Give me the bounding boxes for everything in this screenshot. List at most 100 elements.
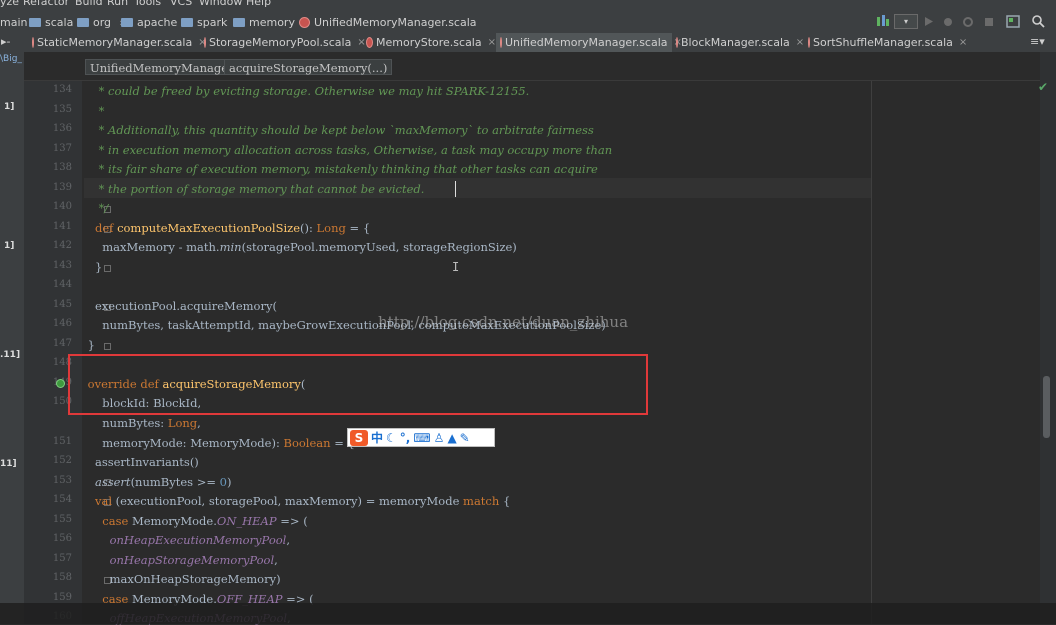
line-number: 157 [52,553,72,564]
menu-run[interactable]: Run [107,0,128,8]
line-number: 138 [52,162,72,173]
text-caret [455,181,456,197]
code-line: onHeapExecutionMemoryPool, [109,533,290,547]
run-icon[interactable] [923,14,935,29]
breadcrumb-class[interactable]: UnifiedMemoryManager [85,59,239,75]
code-line: * [84,104,105,118]
line-number: 140 [52,201,72,212]
project-tree-label[interactable]: .11] [0,350,20,360]
tab-label: MemoryStore.scala [375,36,482,49]
menu-bar: yze Refactor Build Run Tools VCS Window … [0,0,1056,10]
run-config-dropdown[interactable]: ▾ [894,14,918,29]
code-line: } [84,338,95,352]
project-tree-label[interactable]: 1] [4,102,14,112]
line-number: 135 [52,104,72,115]
line-number: 141 [52,221,72,232]
menu-analyze[interactable]: yze [0,0,19,8]
project-tree-label[interactable]: \Big_ [0,54,22,64]
tab-storage-memory-pool[interactable]: StorageMemoryPool.scala × [200,33,366,52]
tab-memory-store[interactable]: MemoryStore.scala × [362,33,496,52]
debug-icon[interactable] [942,14,954,29]
code-editor[interactable]: * could be freed by evicting storage. Ot… [84,81,1040,625]
breadcrumb-memory[interactable]: memory› [233,15,307,29]
code-line: assert(numBytes >= 0) [94,475,232,489]
breadcrumb-apache[interactable]: apache› [121,15,190,29]
code-line: * its fair share of execution memory, mi… [84,162,598,176]
editor-tabs: ▸- StaticMemoryManager.scala × StorageMem… [0,33,1056,53]
close-icon[interactable]: × [488,37,496,48]
tab-static-memory-manager[interactable]: StaticMemoryManager.scala × [28,33,207,52]
code-line: executionPool.acquireMemory( [84,299,277,313]
tab-unified-memory-manager[interactable]: UnifiedMemoryManager.scala× [496,33,682,52]
vertical-scrollbar[interactable] [1040,52,1056,624]
tab-label: UnifiedMemoryManager.scala [505,36,668,49]
scala-file-icon [500,37,502,48]
keyboard-icon[interactable]: ⌨ [413,431,430,445]
user-icon[interactable]: ♙ [434,431,445,445]
folder-icon [77,17,89,27]
project-panel-edge: \Big_ 1] 1] .11] 11] [0,52,25,624]
close-icon[interactable]: × [959,37,967,48]
line-number: 147 [52,338,72,349]
project-tree-label[interactable]: 1] [4,241,14,251]
shirt-icon[interactable]: ▲ [447,431,456,445]
code-line: */ [84,201,109,215]
breadcrumb-file[interactable]: UnifiedMemoryManager.scala [299,15,477,29]
breadcrumb-org[interactable]: org› [77,15,123,29]
ime-mode-label[interactable]: 中 [371,429,383,446]
breadcrumb-label: main [0,15,28,29]
search-icon[interactable] [1031,14,1045,29]
punctuation-icon[interactable]: °, [400,431,411,445]
code-line: def computeMaxExecutionPoolSize(): Long … [94,221,371,235]
menu-help[interactable]: Help [246,0,271,8]
ime-toolbar[interactable]: S 中 ☾ °, ⌨ ♙ ▲ ✎ [347,428,495,447]
line-number: 139 [52,182,72,193]
menu-window[interactable]: Window [199,0,242,8]
code-line: case MemoryMode.ON_HEAP => ( [102,514,308,528]
code-line: * the portion of storage memory that can… [84,182,425,196]
breadcrumb-method[interactable]: acquireStorageMemory(...) [224,59,393,75]
project-tree-label[interactable]: 11] [0,459,17,469]
implements-marker-icon[interactable] [56,379,65,388]
scrollbar-thumb[interactable] [1043,376,1050,438]
tab-block-manager[interactable]: BlockManager.scala × [672,33,804,52]
line-number: 150 [52,396,72,407]
line-number: 158 [52,572,72,583]
moon-icon[interactable]: ☾ [386,431,397,445]
tabs-scroll-left-icon[interactable]: ▸- [1,35,11,48]
project-structure-icon[interactable] [1006,14,1020,29]
code-line: val (executionPool, storagePool, maxMemo… [94,494,511,508]
list-icon: ≡ [1030,35,1040,48]
chevron-down-icon: ▾ [1039,35,1045,48]
line-number: 152 [52,455,72,466]
code-line: memoryMode: MemoryMode): Boolean = { [84,436,355,450]
coverage-icon[interactable] [962,14,974,29]
structure-breadcrumb: UnifiedMemoryManager acquireStorageMemor… [24,52,1040,81]
wrench-icon[interactable]: ✎ [460,431,470,445]
line-number: 137 [52,143,72,154]
breadcrumb-label: spark [197,15,228,29]
tab-overflow-menu[interactable]: ≡▾ [1030,35,1045,48]
line-number: 146 [52,318,72,329]
menu-refactor[interactable]: Refactor [23,0,69,8]
menu-tools[interactable]: Tools [134,0,161,8]
breadcrumb-label: UnifiedMemoryManager.scala [314,15,477,29]
menu-build[interactable]: Build [75,0,103,8]
stop-icon[interactable] [983,14,995,29]
video-overlay-bar [0,603,1056,624]
build-icon[interactable] [876,14,890,29]
breadcrumb-spark[interactable]: spark› [181,15,240,29]
line-number: 155 [52,514,72,525]
line-number: 143 [52,260,72,271]
code-line: maxMemory - math.min(storagePool.memoryU… [84,240,517,254]
tab-sort-shuffle-manager[interactable]: SortShuffleManager.scala × [804,33,967,52]
scala-file-icon [676,37,678,48]
scala-file-icon [299,16,310,28]
tab-label: StaticMemoryManager.scala [37,36,193,49]
close-icon[interactable]: × [796,37,804,48]
menu-vcs[interactable]: VCS [170,0,192,8]
code-line: * could be freed by evicting storage. Ot… [84,84,530,98]
line-number: 151 [52,436,72,447]
line-number: 153 [52,475,72,486]
mouse-ibeam-cursor: I [452,260,460,274]
